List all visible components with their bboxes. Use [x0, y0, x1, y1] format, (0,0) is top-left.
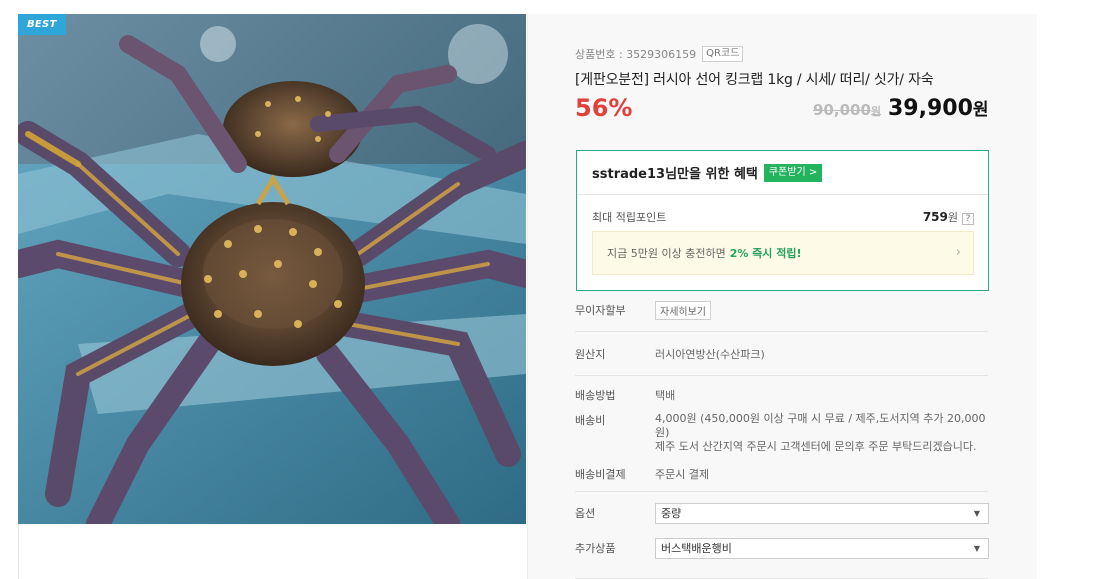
- shipping-method-value: 택배: [655, 389, 676, 402]
- divider: [575, 331, 988, 332]
- addon-label: 추가상품: [575, 542, 616, 555]
- shipping-fee-label: 배송비: [575, 414, 606, 427]
- product-image[interactable]: [18, 14, 526, 524]
- point-value-wrap: 759원?: [923, 209, 974, 225]
- divider: [575, 491, 988, 492]
- point-unit: 원: [947, 211, 958, 224]
- product-code-line: 상품번호 : 3529306159 QR코드: [575, 46, 744, 62]
- addon-select[interactable]: 버스택배운행비 ▼: [655, 538, 989, 559]
- installment-detail-button[interactable]: 자세히보기: [655, 301, 711, 320]
- shipping-fee-note: 제주 도서 산간지역 주문시 고객센터에 문의후 주문 부탁드리겠습니다.: [655, 440, 977, 453]
- shipping-fee-line: 원): [655, 426, 670, 439]
- shipping-fee-line: 4,000원 (450,000원 이상 구매 시 무료 / 제주,도서지역 추가…: [655, 412, 986, 425]
- installment-label: 무이자할부: [575, 304, 626, 317]
- option-label: 옵션: [575, 507, 596, 520]
- help-icon[interactable]: ?: [962, 213, 974, 225]
- charge-banner[interactable]: 지금 5만원 이상 충전하면 2% 즉시 적립! ›: [592, 231, 974, 275]
- charge-highlight: 2% 즉시 적립!: [729, 247, 802, 260]
- point-row: 최대 적립포인트 759원?: [592, 209, 974, 225]
- best-badge: BEST: [18, 14, 66, 35]
- shipping-fee-value: 4,000원 (450,000원 이상 구매 시 무료 / 제주,도서지역 추가…: [655, 412, 995, 454]
- sale-price-unit: 원: [972, 100, 989, 120]
- king-crab-photo: [18, 14, 526, 524]
- chevron-down-icon: ▼: [973, 544, 980, 553]
- point-value: 759: [922, 210, 948, 224]
- discount-rate: 56%: [575, 94, 633, 122]
- shipping-payment-label: 배송비결제: [575, 468, 626, 481]
- product-code: 상품번호 : 3529306159: [575, 48, 697, 61]
- sale-price-value: 39,900: [888, 96, 973, 121]
- origin-label: 원산지: [575, 348, 606, 361]
- addon-selected: 버스택배운행비: [661, 542, 732, 555]
- shipping-method-label: 배송방법: [575, 389, 616, 402]
- benefit-header: sstrade13님만을 위한 혜택 쿠폰받기 >: [577, 151, 988, 195]
- shipping-payment-value: 주문시 결제: [655, 468, 710, 481]
- coupon-button[interactable]: 쿠폰받기 >: [763, 163, 823, 182]
- original-price-unit: 원: [870, 105, 882, 118]
- sale-price: 39,900원: [888, 95, 989, 121]
- member-benefit-box: sstrade13님만을 위한 혜택 쿠폰받기 > 최대 적립포인트 759원?…: [576, 150, 989, 291]
- original-price: 90,000원: [813, 101, 881, 119]
- divider: [575, 375, 988, 376]
- chevron-right-icon: ›: [955, 245, 961, 260]
- origin-value: 러시아연방산(수산파크): [655, 348, 765, 361]
- qr-code-button[interactable]: QR코드: [702, 46, 744, 62]
- charge-text: 지금 5만원 이상 충전하면: [607, 247, 726, 260]
- benefit-heading: sstrade13님만을 위한 혜택: [592, 167, 758, 182]
- chevron-down-icon: ▼: [973, 509, 980, 518]
- product-info-panel: 상품번호 : 3529306159 QR코드 [게판오분전] 러시아 선어 킹크…: [527, 14, 1037, 579]
- option-selected: 중량: [661, 507, 682, 520]
- original-price-value: 90,000: [813, 101, 871, 119]
- product-title: [게판오분전] 러시아 선어 킹크랩 1kg / 시세/ 떠리/ 싯가/ 자숙: [575, 72, 934, 88]
- point-label: 최대 적립포인트: [592, 211, 667, 224]
- option-select[interactable]: 중량 ▼: [655, 503, 989, 524]
